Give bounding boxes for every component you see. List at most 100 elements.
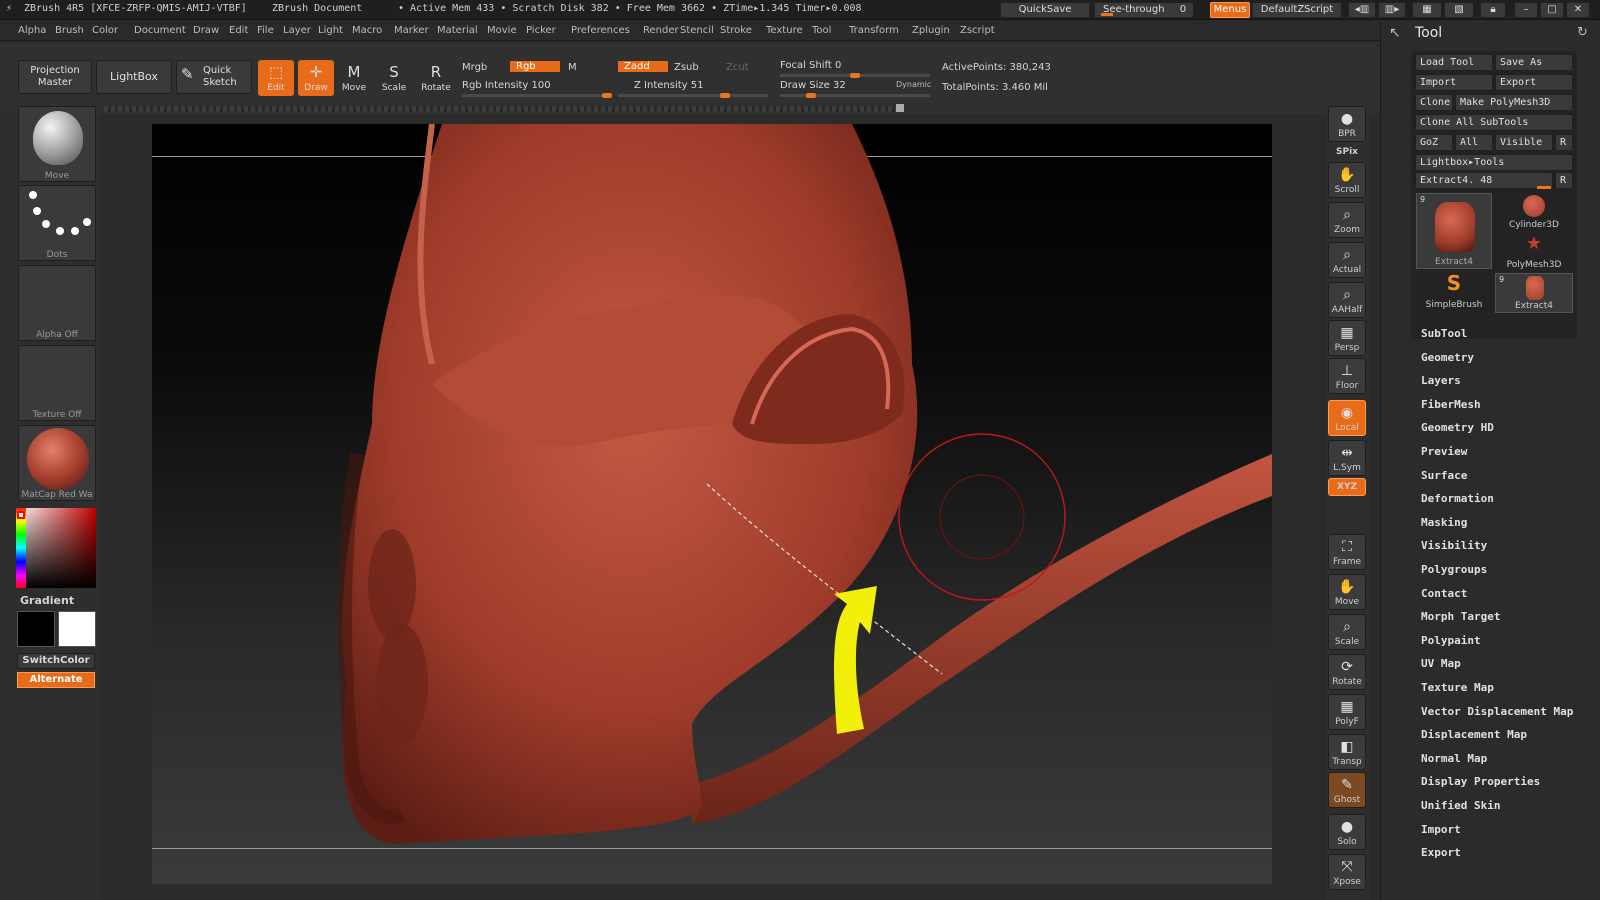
lock-icon[interactable]: 🔒︎ bbox=[1480, 2, 1506, 18]
tool-menu-masking[interactable]: Masking bbox=[1421, 516, 1467, 529]
goz-r-button[interactable]: R bbox=[1555, 134, 1573, 151]
focal-shift-track[interactable] bbox=[780, 73, 930, 78]
material-thumbnail[interactable]: MatCap Red Wa bbox=[18, 425, 96, 501]
tool-menu-surface[interactable]: Surface bbox=[1421, 469, 1467, 482]
all-button[interactable]: All bbox=[1455, 134, 1493, 151]
gradient-label[interactable]: Gradient bbox=[20, 594, 74, 607]
alternate-button[interactable]: Alternate bbox=[17, 672, 95, 688]
texture-thumbnail[interactable]: Texture Off bbox=[18, 345, 96, 421]
xyz-button[interactable]: ⟲XYZ bbox=[1328, 478, 1366, 496]
menu-texture[interactable]: Texture bbox=[766, 25, 803, 36]
tool-thumb-polymesh3d[interactable]: ★ PolyMesh3D bbox=[1495, 233, 1573, 273]
scroll-left-icon[interactable]: ◂▥ bbox=[1348, 2, 1376, 18]
export-button[interactable]: Export bbox=[1495, 74, 1573, 91]
local-button[interactable]: ◉ Local bbox=[1328, 400, 1366, 436]
tool-menu-polypaint[interactable]: Polypaint bbox=[1421, 634, 1481, 647]
tool-menu-geometry[interactable]: Geometry bbox=[1421, 351, 1474, 364]
transp-button[interactable]: ◧ Transp bbox=[1328, 734, 1366, 770]
current-tool-r-button[interactable]: R bbox=[1555, 172, 1573, 189]
floor-button[interactable]: ⊥ Floor bbox=[1328, 358, 1366, 394]
mrgb-toggle[interactable]: Mrgb bbox=[462, 62, 487, 73]
zsub-toggle[interactable]: Zsub bbox=[674, 62, 699, 73]
stroke-thumbnail[interactable]: Dots bbox=[18, 185, 96, 261]
menu-layer[interactable]: Layer bbox=[283, 25, 311, 36]
scroll-right-icon[interactable]: ▥▸ bbox=[1378, 2, 1406, 18]
menu-render[interactable]: Render bbox=[643, 25, 679, 36]
rgb-toggle[interactable]: Rgb bbox=[510, 61, 560, 72]
minimize-icon[interactable]: – bbox=[1514, 2, 1538, 18]
menu-edit[interactable]: Edit bbox=[229, 25, 248, 36]
actual-button[interactable]: ⌕ Actual bbox=[1328, 242, 1366, 278]
rgb-intensity-track[interactable] bbox=[462, 93, 612, 98]
solo-button[interactable]: ● Solo bbox=[1328, 814, 1366, 850]
load-tool-button[interactable]: Load Tool bbox=[1415, 54, 1493, 71]
sculpt-model[interactable] bbox=[152, 124, 1272, 884]
menu-document[interactable]: Document bbox=[134, 25, 186, 36]
z-intensity-slider[interactable]: Z Intensity 51 bbox=[634, 80, 703, 91]
tool-menu-export[interactable]: Export bbox=[1421, 846, 1461, 859]
lightbox-tools-button[interactable]: Lightbox▸Tools bbox=[1415, 154, 1573, 171]
projection-master-button[interactable]: Projection Master bbox=[18, 60, 92, 94]
scroll-button[interactable]: ✋ Scroll bbox=[1328, 162, 1366, 198]
focal-shift-slider[interactable]: Focal Shift 0 bbox=[780, 60, 841, 71]
hue-strip[interactable] bbox=[16, 508, 96, 588]
menu-zplugin[interactable]: Zplugin bbox=[912, 25, 950, 36]
persp-button[interactable]: ▦ Persp bbox=[1328, 320, 1366, 356]
scale-button[interactable]: ⌕ Scale bbox=[1328, 614, 1366, 650]
tool-thumb-simplebrush[interactable]: S SimpleBrush bbox=[1416, 271, 1492, 313]
z-intensity-track[interactable] bbox=[618, 93, 768, 98]
tool-menu-displacement-map[interactable]: Displacement Map bbox=[1421, 728, 1527, 741]
move-mode-button[interactable]: M Move bbox=[336, 60, 372, 96]
menu-file[interactable]: File bbox=[257, 25, 274, 36]
zadd-toggle[interactable]: Zadd bbox=[618, 61, 668, 72]
menu-stroke[interactable]: Stroke bbox=[720, 25, 752, 36]
tool-menu-texture-map[interactable]: Texture Map bbox=[1421, 681, 1494, 694]
tool-menu-polygroups[interactable]: Polygroups bbox=[1421, 563, 1487, 576]
menus-button[interactable]: Menus bbox=[1210, 2, 1250, 18]
save-as-button[interactable]: Save As bbox=[1495, 54, 1573, 71]
tool-menu-visibility[interactable]: Visibility bbox=[1421, 539, 1487, 552]
tool-menu-subtool[interactable]: SubTool bbox=[1421, 327, 1467, 340]
lightbox-button[interactable]: LightBox bbox=[96, 60, 172, 94]
tool-thumb-extract4-small[interactable]: 9 Extract4 bbox=[1495, 273, 1573, 313]
menu-alpha[interactable]: Alpha bbox=[18, 25, 46, 36]
brush-thumbnail[interactable]: Move bbox=[18, 106, 96, 182]
menu-tool[interactable]: Tool bbox=[812, 25, 831, 36]
tool-menu-contact[interactable]: Contact bbox=[1421, 587, 1467, 600]
zoom-button[interactable]: ⌕ Zoom bbox=[1328, 202, 1366, 238]
menu-brush[interactable]: Brush bbox=[55, 25, 84, 36]
menu-draw[interactable]: Draw bbox=[193, 25, 219, 36]
tool-reset-icon[interactable]: ↻ bbox=[1577, 25, 1588, 40]
import-button[interactable]: Import bbox=[1415, 74, 1493, 91]
dynamic-toggle[interactable]: Dynamic bbox=[896, 80, 931, 89]
spix-button[interactable]: SPix bbox=[1328, 144, 1366, 160]
menu-macro[interactable]: Macro bbox=[352, 25, 382, 36]
m-toggle[interactable]: M bbox=[568, 62, 577, 73]
switchcolor-button[interactable]: SwitchColor bbox=[17, 653, 95, 669]
secondary-color-swatch[interactable] bbox=[58, 611, 96, 647]
tool-menu-import[interactable]: Import bbox=[1421, 823, 1461, 836]
make-polymesh-button[interactable]: Make PolyMesh3D bbox=[1455, 94, 1573, 111]
polyf-button[interactable]: ▦ PolyF bbox=[1328, 694, 1366, 730]
clone-button[interactable]: Clone bbox=[1415, 94, 1453, 111]
menu-light[interactable]: Light bbox=[318, 25, 343, 36]
tool-thumb-extract4[interactable]: 9 Extract4 bbox=[1416, 193, 1492, 269]
tool-menu-geometry-hd[interactable]: Geometry HD bbox=[1421, 421, 1494, 434]
xpose-button[interactable]: ⤧ Xpose bbox=[1328, 854, 1366, 890]
menu-preferences[interactable]: Preferences bbox=[571, 25, 630, 36]
menu-zscript[interactable]: Zscript bbox=[960, 25, 995, 36]
menu-transform[interactable]: Transform bbox=[849, 25, 899, 36]
bpr-button[interactable]: ● BPR bbox=[1328, 106, 1366, 142]
goz-button[interactable]: GoZ bbox=[1415, 134, 1453, 151]
move-button[interactable]: ✋ Move bbox=[1328, 574, 1366, 610]
visible-button[interactable]: Visible bbox=[1495, 134, 1553, 151]
scale-mode-button[interactable]: S Scale bbox=[376, 60, 412, 96]
tool-menu-vector-displacement-map[interactable]: Vector Displacement Map bbox=[1421, 705, 1573, 718]
tool-menu-preview[interactable]: Preview bbox=[1421, 445, 1467, 458]
menu-color[interactable]: Color bbox=[92, 25, 118, 36]
alpha-thumbnail[interactable]: Alpha Off bbox=[18, 265, 96, 341]
tool-menu-unified-skin[interactable]: Unified Skin bbox=[1421, 799, 1500, 812]
draw-mode-button[interactable]: ✛ Draw bbox=[298, 60, 334, 96]
menu-stencil[interactable]: Stencil bbox=[680, 25, 714, 36]
draw-size-slider[interactable]: Draw Size 32 bbox=[780, 80, 846, 91]
